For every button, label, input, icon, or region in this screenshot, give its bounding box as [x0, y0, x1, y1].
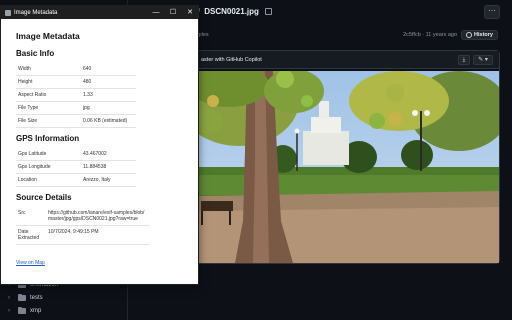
basic-info-table: Width 640 Height 480 Aspect Ratio 1.33 File…	[16, 63, 136, 128]
window-titlebar[interactable]: Image Metadata — ☐ ✕	[1, 6, 198, 19]
table-row: Gps Longitude 11.884538	[16, 160, 136, 174]
sidebar-item-label: xmp	[30, 308, 42, 314]
row-value: https://github.com/ianare/exif-samples/b…	[46, 207, 150, 226]
breadcrumb-file: DSCN0021.jpg	[204, 7, 259, 16]
row-value: jpg	[81, 101, 136, 115]
commit-bar: mples 2c5ffcb · 11 years ago History	[194, 28, 498, 42]
row-value: 640	[81, 63, 136, 76]
row-key: Height	[16, 75, 81, 89]
park-photo	[199, 71, 499, 263]
chevron-right-icon: ›	[8, 308, 10, 314]
edit-icon[interactable]: ✎ ▾	[473, 54, 493, 65]
copilot-label[interactable]: aster with GitHub Copilot	[201, 57, 262, 63]
row-key: Src	[16, 207, 46, 226]
row-key: File Type	[16, 101, 81, 115]
row-key: File Size	[16, 114, 81, 128]
folder-icon	[18, 294, 26, 301]
view-on-map-link[interactable]: View on Map	[16, 260, 45, 266]
history-button[interactable]: History	[461, 30, 498, 40]
row-value: Arezzo, Italy	[81, 173, 136, 187]
table-row: Location Arezzo, Italy	[16, 173, 136, 187]
table-row: Width 640	[16, 63, 136, 76]
sidebar-item-xmp[interactable]: › xmp	[8, 305, 41, 317]
close-button[interactable]: ✕	[186, 8, 194, 18]
image-preview	[199, 71, 499, 263]
table-row: Gps Latitude 43.467002	[16, 148, 136, 161]
app-icon	[5, 9, 11, 16]
row-key: Gps Latitude	[16, 148, 81, 161]
row-value: 10/7/2024, 9:49:15 PM	[46, 225, 150, 245]
table-row: Src https://github.com/ianare/exif-sample…	[16, 207, 150, 226]
chevron-right-icon: ›	[8, 295, 10, 301]
window-title: Image Metadata	[14, 9, 58, 16]
sidebar-item-tests[interactable]: › tests	[8, 292, 43, 304]
row-value: 11.884538	[81, 160, 136, 174]
row-value: 43.467002	[81, 148, 136, 161]
gps-info-table: Gps Latitude 43.467002 Gps Longitude 11.88…	[16, 148, 136, 187]
row-value: 480	[81, 75, 136, 89]
clock-icon	[466, 32, 473, 38]
sidebar-item-label: tests	[30, 295, 43, 301]
page-title: Image Metadata	[16, 31, 80, 41]
commit-hash-time[interactable]: 2c5ffcb · 11 years ago	[403, 32, 457, 38]
history-label: History	[474, 32, 493, 38]
table-row: Date Extracted 10/7/2024, 9:49:15 PM	[16, 225, 150, 245]
table-row: File Type jpg	[16, 101, 136, 115]
table-row: Height 480	[16, 75, 136, 89]
file-header: aster with GitHub Copilot ⤓ ✎ ▾	[195, 51, 499, 69]
folder-icon	[18, 307, 26, 314]
file-content-box: aster with GitHub Copilot ⤓ ✎ ▾	[194, 50, 500, 264]
row-key: Date Extracted	[16, 225, 46, 245]
download-icon[interactable]: ⤓	[458, 54, 470, 65]
row-key: Location	[16, 173, 81, 187]
copy-icon[interactable]	[264, 8, 272, 15]
row-value: 0.06 KB (estimated)	[81, 114, 136, 128]
metadata-window: Image Metadata — ☐ ✕ Image Metadata Basi…	[0, 5, 199, 285]
maximize-button[interactable]: ☐	[169, 8, 177, 18]
metadata-content: Image Metadata Basic Info Width 640 Heigh…	[1, 19, 198, 269]
row-key: Gps Longitude	[16, 160, 81, 174]
breadcrumb: / DSCN0021.jpg	[198, 7, 272, 16]
minimize-button[interactable]: —	[152, 8, 160, 18]
row-key: Aspect Ratio	[16, 88, 81, 102]
table-row: Aspect Ratio 1.33	[16, 88, 136, 102]
row-value: 1.33	[81, 88, 136, 102]
row-key: Width	[16, 63, 81, 76]
source-details-table: Src https://github.com/ianare/exif-sample…	[16, 207, 150, 245]
table-row: File Size 0.06 KB (estimated)	[16, 114, 136, 128]
basic-info-heading: Basic Info	[16, 49, 55, 58]
gps-info-heading: GPS Information	[16, 134, 80, 143]
source-details-heading: Source Details	[16, 193, 72, 202]
more-options-button[interactable]: ···	[484, 5, 500, 19]
